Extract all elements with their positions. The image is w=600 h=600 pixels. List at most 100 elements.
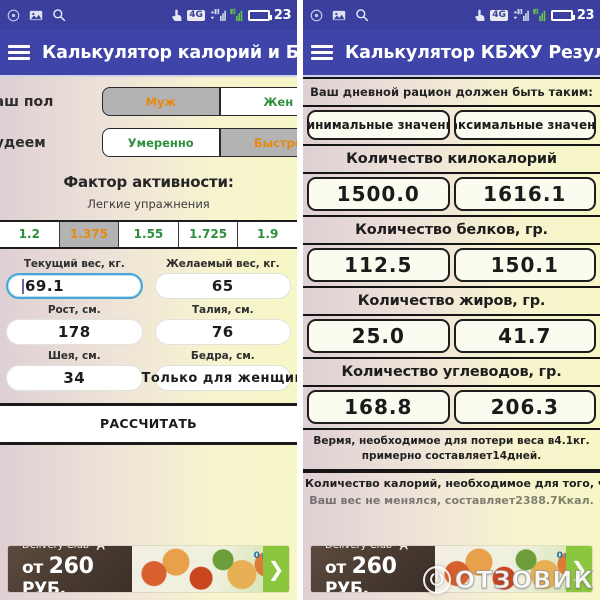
signal-sim2-icon: 2 [533, 8, 546, 22]
chevron-right-icon[interactable]: ❯ [263, 546, 289, 592]
touch-icon [475, 9, 485, 21]
time-to-goal-line2: примерно составляет14дней. [361, 450, 542, 463]
svg-text:1: 1 [215, 10, 219, 16]
ad-left-panel: Delivery Club от 260 РУБ. [311, 546, 435, 592]
svg-text:2: 2 [534, 10, 538, 16]
signal-sim2-icon: 2 [230, 8, 243, 22]
gallery-icon [332, 10, 346, 20]
field-row-neck-hips: Шея, см. 34 Бедра, см. Только для женщин [0, 347, 297, 393]
column-header-max: Максимальные значения [453, 110, 596, 140]
maintenance-calories-line2: Ваш вес не менялся, составляет2388.7Ккал… [309, 494, 594, 508]
input-waist[interactable]: 76 [154, 319, 291, 345]
left-form-content: Ваш пол Муж Жен Худеем Умеренно Быстро Ф… [0, 77, 297, 600]
result-kcal-min: 1500.0 [307, 177, 450, 211]
result-protein-min: 112.5 [307, 248, 450, 282]
result-row-fat: 25.0 41.7 [303, 316, 600, 357]
activity-factor-1-9[interactable]: 1.9 [238, 222, 297, 247]
maintenance-calories-line1: Количество калорий, необходимое для того… [305, 477, 600, 491]
ad-right-image: 0 i ❯ ❯ [131, 546, 289, 592]
input-value-target-weight: 65 [211, 277, 234, 295]
search-icon [356, 9, 369, 22]
activity-factor-row: 1.2 1.375 1.55 1.725 1.9 [0, 220, 297, 249]
4g-icon: 4G [187, 9, 205, 21]
activity-factor-1-55[interactable]: 1.55 [119, 222, 179, 247]
gender-label: Ваш пол [0, 93, 54, 110]
status-bar-right: 4G 1 2 23 [303, 0, 600, 30]
input-height[interactable]: 178 [6, 319, 143, 345]
activity-factor-1-375[interactable]: 1.375 [59, 222, 120, 247]
svg-text:1: 1 [518, 10, 522, 16]
result-title-kcal: Количество килокалорий [303, 144, 600, 174]
field-label-waist: Талия, см. [192, 304, 254, 316]
time-to-goal-note: Вермя, необходимое для потери веса в4.1к… [303, 428, 600, 472]
right-results-content: Ваш дневной рацион должен быть таким: Ми… [303, 77, 600, 600]
gender-segmented-control: Муж Жен [102, 87, 297, 116]
gender-option-male[interactable]: Муж [102, 87, 220, 116]
signal-sim1-icon: 1 [210, 9, 226, 21]
battery-icon [550, 9, 575, 21]
chevron-right-icon[interactable]: ❯ [566, 546, 592, 592]
field-row-height-waist: Рост, см. 178 Талия, см. 76 [0, 301, 297, 347]
activity-factor-subtitle: Легкие упражнения [87, 197, 210, 211]
page-title: Калькулятор калорий и БЖУ [42, 42, 297, 63]
record-icon [310, 9, 323, 21]
activity-factor-1-2[interactable]: 1.2 [0, 222, 60, 247]
text-caret [22, 278, 24, 294]
result-row-protein: 112.5 150.1 [303, 245, 600, 286]
search-icon [53, 9, 66, 22]
activity-factor-title: Фактор активности: [63, 173, 234, 191]
status-bar-left-icons [4, 8, 66, 22]
activity-factor-1-725[interactable]: 1.725 [179, 222, 239, 247]
ad-price-number: 260 [48, 553, 94, 579]
result-title-carbs: Количество углеводов, гр. [303, 357, 600, 387]
input-neck[interactable]: 34 [6, 365, 143, 391]
pace-label: Худеем [0, 134, 46, 151]
input-value-waist: 76 [211, 323, 234, 341]
field-label-hips: Бедра, см. [190, 350, 255, 362]
field-neck: Шея, см. 34 [0, 347, 149, 393]
ad-banner-right[interactable]: Delivery Club от 260 РУБ. 0 i ❯ [311, 546, 592, 592]
ad-price-prefix: от [22, 557, 43, 578]
ad-right-image: 0 i ❯ ❯ [434, 546, 592, 592]
pace-option-moderate[interactable]: Умеренно [102, 128, 220, 157]
ad-brand: Delivery Club [325, 546, 435, 552]
result-row-carbs: 168.8 206.3 [303, 387, 600, 428]
kangaroo-icon [399, 546, 409, 550]
result-carbs-min: 168.8 [307, 390, 450, 424]
right-phone-screenshot: 4G 1 2 23 Калькулятор КБЖУ Резу Ваш днев… [303, 0, 600, 600]
clock-label: 23 [576, 7, 595, 23]
field-row-weight: Текущий вес, кг. 69.1 Желаемый вес, кг. … [0, 255, 297, 301]
results-intro: Ваш дневной рацион должен быть таким: [303, 77, 600, 107]
field-hips: Бедра, см. Только для женщин [142, 347, 297, 393]
clock-label: 23 [273, 7, 292, 23]
ad-left-panel: Delivery Club от 260 РУБ. [8, 546, 132, 592]
input-current-weight[interactable]: 69.1 [6, 273, 143, 299]
result-fat-max: 41.7 [453, 319, 596, 353]
page-title: Калькулятор КБЖУ Результат [345, 42, 600, 63]
ad-banner-left[interactable]: Delivery Club от 260 РУБ. 0 i ❯ [8, 546, 289, 592]
pace-option-fast[interactable]: Быстро [219, 128, 297, 157]
pace-segmented-control: Умеренно Быстро [102, 128, 297, 157]
result-protein-max: 150.1 [453, 248, 596, 282]
input-value-current-weight: 69.1 [25, 277, 65, 295]
status-bar-left: 4G 1 2 23 [0, 0, 297, 30]
hamburger-icon[interactable] [8, 42, 30, 63]
input-target-weight[interactable]: 65 [154, 273, 291, 299]
gender-row: Ваш пол Муж Жен [0, 85, 297, 118]
app-bar-left: Калькулятор калорий и БЖУ [0, 30, 297, 77]
gender-option-female[interactable]: Жен [219, 87, 297, 116]
ad-price: от 260 РУБ. [325, 554, 435, 593]
hamburger-icon[interactable] [311, 42, 333, 63]
field-label-neck: Шея, см. [48, 350, 101, 362]
ad-brand-label: Delivery Club [325, 546, 392, 551]
calculate-button[interactable]: РАССЧИТАТЬ [0, 403, 297, 445]
ad-price-suffix: РУБ. [325, 578, 369, 593]
field-target-weight: Желаемый вес, кг. 65 [149, 255, 298, 301]
pace-row: Худеем Умеренно Быстро [0, 126, 297, 159]
status-bar-right-right-icons: 4G 1 2 23 [474, 8, 596, 23]
touch-icon [172, 9, 182, 21]
app-bar-right: Калькулятор КБЖУ Результат [303, 30, 600, 77]
ad-price-number: 260 [351, 553, 397, 579]
input-hips[interactable]: Только для женщин [142, 365, 297, 391]
signal-sim1-icon: 1 [513, 9, 529, 21]
